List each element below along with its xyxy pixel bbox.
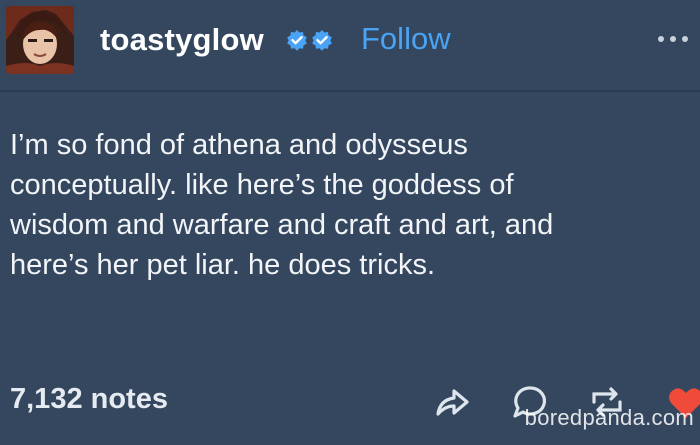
- more-dot: [682, 36, 688, 42]
- username[interactable]: toastyglow: [100, 22, 264, 58]
- follow-button[interactable]: Follow: [361, 21, 451, 57]
- avatar[interactable]: [6, 6, 74, 74]
- watermark: boredpanda.com: [524, 405, 694, 430]
- check-badge-icon: [312, 30, 332, 51]
- post-text: I’m so fond of athena and odysseus conce…: [10, 129, 554, 281]
- avatar-image: [6, 6, 74, 74]
- notes-count[interactable]: 7,132 notes: [10, 383, 168, 416]
- more-dot: [670, 36, 676, 42]
- check-badge-icon: [287, 30, 307, 51]
- header-divider: [0, 90, 700, 92]
- post-header: toastyglow Follow: [0, 0, 700, 88]
- more-options-icon[interactable]: [658, 32, 698, 46]
- share-icon[interactable]: [430, 380, 474, 424]
- more-dot: [658, 36, 664, 42]
- verified-badges: [286, 29, 333, 51]
